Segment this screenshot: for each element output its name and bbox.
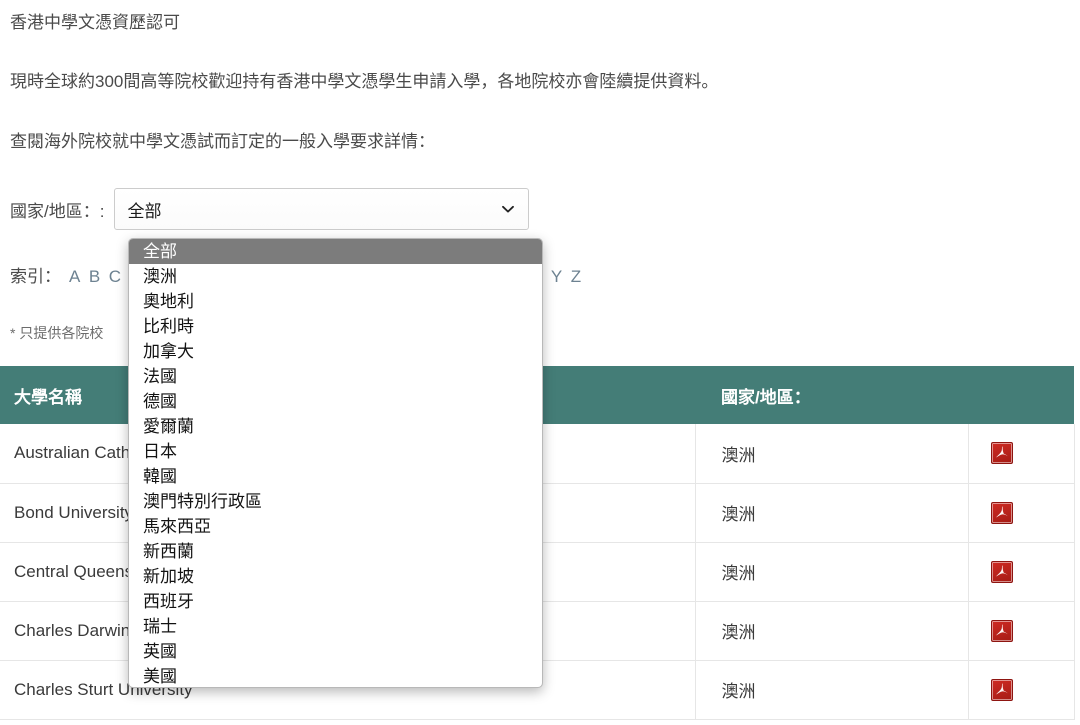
pdf-icon[interactable] — [991, 679, 1013, 701]
pdf-icon[interactable] — [991, 561, 1013, 583]
cell-region: 澳洲 — [695, 424, 968, 483]
cell-region: 澳洲 — [695, 542, 968, 601]
region-option[interactable]: 韓國 — [129, 464, 542, 489]
cell-document — [968, 424, 1074, 483]
pdf-icon[interactable] — [991, 502, 1013, 524]
chevron-down-icon — [501, 202, 515, 216]
intro-paragraph-1: 現時全球約300間高等院校歡迎持有香港中學文憑學生申請入學，各地院校亦會陸續提供… — [10, 70, 718, 94]
region-option[interactable]: 美國 — [129, 664, 542, 688]
index-letter-c[interactable]: C — [105, 267, 126, 287]
cell-document — [968, 483, 1074, 542]
region-select-listbox[interactable]: 全部澳洲奧地利比利時加拿大法國德國愛爾蘭日本韓國澳門特別行政區馬來西亞新西蘭新加… — [128, 238, 543, 688]
cell-region: 澳洲 — [695, 483, 968, 542]
index-letter-a[interactable]: A — [65, 267, 85, 287]
index-letter-b[interactable]: B — [85, 267, 105, 287]
column-header-region: 國家/地區： — [695, 366, 968, 424]
index-letter-z[interactable]: Z — [567, 267, 586, 287]
cell-region: 澳洲 — [695, 660, 968, 719]
region-filter-row: 國家/地區：: 全部 — [10, 188, 529, 230]
region-option[interactable]: 加拿大 — [129, 339, 542, 364]
intro-paragraph-2: 查閱海外院校就中學文憑試而訂定的一般入學要求詳情： — [10, 130, 435, 154]
cell-document — [968, 660, 1074, 719]
region-option[interactable]: 澳洲 — [129, 264, 542, 289]
column-header-document — [968, 366, 1074, 424]
region-option[interactable]: 馬來西亞 — [129, 514, 542, 539]
region-option[interactable]: 法國 — [129, 364, 542, 389]
region-select-value: 全部 — [127, 197, 161, 222]
region-option[interactable]: 英國 — [129, 639, 542, 664]
pdf-icon[interactable] — [991, 442, 1013, 464]
page-root: 香港中學文憑資歷認可 現時全球約300間高等院校歡迎持有香港中學文憑學生申請入學… — [0, 0, 1080, 725]
region-option[interactable]: 全部 — [129, 239, 542, 264]
pdf-icon[interactable] — [991, 620, 1013, 642]
region-option[interactable]: 愛爾蘭 — [129, 414, 542, 439]
index-letter-y[interactable]: Y — [547, 267, 567, 287]
region-option[interactable]: 日本 — [129, 439, 542, 464]
cell-region: 澳洲 — [695, 601, 968, 660]
region-option[interactable]: 西班牙 — [129, 589, 542, 614]
region-option[interactable]: 新西蘭 — [129, 539, 542, 564]
region-select[interactable]: 全部 — [114, 188, 529, 230]
region-option[interactable]: 比利時 — [129, 314, 542, 339]
region-option[interactable]: 奧地利 — [129, 289, 542, 314]
region-filter-label: 國家/地區：: — [10, 197, 104, 222]
region-option[interactable]: 新加坡 — [129, 564, 542, 589]
region-option[interactable]: 瑞士 — [129, 614, 542, 639]
region-option[interactable]: 澳門特別行政區 — [129, 489, 542, 514]
footnote: * 只提供各院校 — [10, 323, 103, 343]
alphabet-index-label: 索引： — [10, 262, 61, 287]
page-title: 香港中學文憑資歷認可 — [10, 11, 180, 35]
cell-document — [968, 542, 1074, 601]
region-option[interactable]: 德國 — [129, 389, 542, 414]
cell-document — [968, 601, 1074, 660]
